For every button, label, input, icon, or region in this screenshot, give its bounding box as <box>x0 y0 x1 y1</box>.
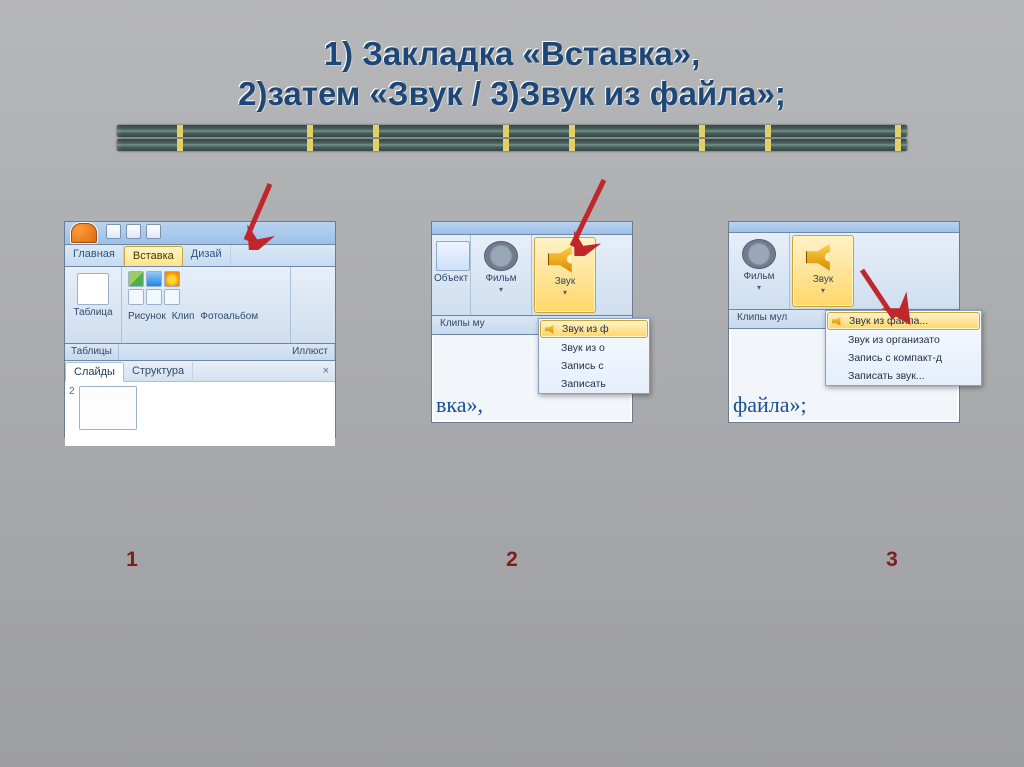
panetab-outline[interactable]: Структура <box>124 362 193 380</box>
menu-record-sound[interactable]: Записать звук... <box>826 367 981 385</box>
picture-icon[interactable] <box>128 271 144 287</box>
step-2: 2 <box>502 548 522 572</box>
shape-icon[interactable] <box>128 289 144 305</box>
ribbon-table-label: Таблица <box>73 307 112 318</box>
panetab-slides[interactable]: Слайды <box>65 362 124 382</box>
screenshot-2: Объект Фильм ▾ Звук ▾ Клипы му Звук из ф… <box>431 221 633 423</box>
title-line2: 2)затем «Звук / 3)Звук из файла»; <box>0 74 1024 114</box>
ribbon-insert: Таблица Рисунок Клип Фотоальбом <box>65 267 335 344</box>
menu-sound-from-organizer[interactable]: Звук из организато <box>826 331 981 349</box>
speaker-icon <box>832 316 844 326</box>
sound-menu-expanded: Звук из файла... Звук из организато Запи… <box>825 310 982 386</box>
movie-dropdown-icon[interactable]: ▾ <box>499 285 503 294</box>
menu-record-sound[interactable]: Записать <box>539 375 649 393</box>
ribbon-photo-label: Фотоальбом <box>200 311 258 322</box>
title-line1: 1) Закладка «Вставка», <box>0 34 1024 74</box>
slide-text-fragment: вка», <box>436 394 483 416</box>
smartart-icon[interactable] <box>146 289 162 305</box>
sound-menu: Звук из ф Звук из о Запись с Записать <box>538 318 650 394</box>
tab-insert[interactable]: Вставка <box>124 246 183 266</box>
chart-icon[interactable] <box>164 289 180 305</box>
step-1: 1 <box>122 548 142 572</box>
sound-button[interactable]: Звук ▾ <box>534 237 596 313</box>
menu-sound-from-organizer[interactable]: Звук из о <box>539 339 649 357</box>
menu-sound-from-file[interactable]: Звук из файла... <box>827 312 980 330</box>
decorative-divider <box>117 125 907 151</box>
clip-icon[interactable] <box>146 271 162 287</box>
movie-icon[interactable] <box>484 241 518 271</box>
tab-design[interactable]: Дизай <box>183 245 231 266</box>
table-icon[interactable] <box>77 273 109 305</box>
ribbon-sound-label: Звук <box>813 274 834 285</box>
ribbon-object-label: Объект <box>434 273 468 284</box>
step-3: 3 <box>882 548 902 572</box>
screenshot-1: Главная Вставка Дизай Таблица <box>64 221 336 438</box>
ribbon-tabs: Главная Вставка Дизай <box>65 245 335 267</box>
menu-sound-from-file[interactable]: Звук из ф <box>540 320 648 338</box>
quick-access-toolbar[interactable] <box>105 224 162 242</box>
movie-icon[interactable] <box>742 239 776 269</box>
menu-record-from-cd[interactable]: Запись с компакт-д <box>826 349 981 367</box>
sound-dropdown-icon[interactable]: ▾ <box>821 286 825 295</box>
slide-thumbnail[interactable] <box>79 386 137 430</box>
slide-title: 1) Закладка «Вставка», 2)затем «Звук / 3… <box>0 0 1024 113</box>
speaker-icon <box>548 244 582 274</box>
sound-dropdown-icon[interactable]: ▾ <box>563 288 567 297</box>
sound-button[interactable]: Звук ▾ <box>792 235 854 307</box>
object-icon[interactable] <box>436 241 470 271</box>
step-numbers: 1 2 3 <box>52 548 972 572</box>
screenshot-row: Главная Вставка Дизай Таблица <box>64 221 960 438</box>
ribbon-sound-label: Звук <box>555 276 576 287</box>
ribbon-movie-label: Фильм <box>485 273 516 284</box>
group-illustr: Иллюст <box>119 344 335 360</box>
ribbon-clip-label: Клип <box>172 311 195 322</box>
save-icon[interactable] <box>106 224 121 239</box>
office-button-icon[interactable] <box>71 223 97 243</box>
group-tables: Таблицы <box>65 344 119 360</box>
menu-record-from-cd[interactable]: Запись с <box>539 357 649 375</box>
slide-number: 2 <box>69 386 75 397</box>
redo-icon[interactable] <box>146 224 161 239</box>
ribbon-picture-label: Рисунок <box>128 311 166 322</box>
speaker-icon <box>545 324 557 334</box>
speaker-icon <box>806 242 840 272</box>
screenshot-3: Фильм ▾ Звук ▾ Клипы мул Звук из файла..… <box>728 221 960 423</box>
photoalbum-icon[interactable] <box>164 271 180 287</box>
movie-dropdown-icon[interactable]: ▾ <box>757 283 761 292</box>
tab-home[interactable]: Главная <box>65 245 124 266</box>
slide-text-fragment: файла»; <box>733 394 807 416</box>
undo-icon[interactable] <box>126 224 141 239</box>
close-pane-icon[interactable]: × <box>317 363 335 379</box>
ribbon-movie-label: Фильм <box>743 271 774 282</box>
